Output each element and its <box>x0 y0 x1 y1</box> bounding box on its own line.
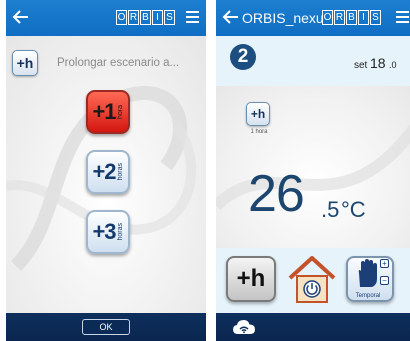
thermostat-screen: ORBIS_nexu ORBIS 2 set 18 .0 +h 1 hora 2… <box>216 0 410 341</box>
temperature-value: 26 <box>248 165 305 223</box>
logo-letter: B <box>346 10 357 25</box>
setpoint-value: 18 <box>370 55 386 71</box>
extension-caption: 1 hora <box>250 129 268 135</box>
logo-letter: O <box>322 10 333 25</box>
plus-2-hours-button[interactable]: +2 horas <box>86 150 130 194</box>
orbis-logo: ORBIS <box>322 10 382 26</box>
plus-3-hours-button[interactable]: +3 horas <box>86 210 130 254</box>
menu-icon[interactable] <box>396 11 409 23</box>
option-number: +3 <box>92 219 116 244</box>
top-bar: ORBIS <box>6 0 206 36</box>
logo-letter: R <box>334 10 345 25</box>
temporal-label: Temporal <box>355 293 381 299</box>
setpoint-decimal: .0 <box>389 60 397 70</box>
option-unit: horas <box>116 223 124 241</box>
logo-letter: S <box>370 10 381 25</box>
device-title: ORBIS_nexu <box>242 10 324 26</box>
house-power-icon[interactable] <box>286 254 338 304</box>
logo-letter: I <box>358 10 369 25</box>
option-unit: horas <box>116 163 124 181</box>
back-arrow-icon[interactable] <box>12 8 30 26</box>
option-number: +2 <box>92 159 116 184</box>
extend-scenario-screen: ORBIS +h Prolongar escenario a... +1 hor… <box>6 0 206 341</box>
option-number: +1 <box>92 99 116 124</box>
extension-active-icon[interactable]: +h <box>246 102 270 126</box>
prolong-scenario-text: Prolongar escenario a... <box>57 57 180 69</box>
increase-button[interactable]: + <box>380 259 389 268</box>
zone-number-icon: 2 <box>230 44 256 70</box>
extend-button[interactable]: +h <box>226 256 276 302</box>
temperature-unit: °C <box>341 197 366 222</box>
option-unit: hora <box>116 104 124 119</box>
logo-letter: I <box>152 10 163 25</box>
bottom-bar: OK <box>6 313 206 341</box>
ok-button[interactable]: OK <box>82 319 130 335</box>
hand-icon <box>358 259 377 287</box>
logo-letter: R <box>128 10 139 25</box>
logo-letter: B <box>140 10 151 25</box>
decrease-button[interactable]: − <box>380 276 389 285</box>
cloud-wifi-icon[interactable] <box>232 318 256 336</box>
orbis-logo: ORBIS <box>116 10 176 26</box>
menu-icon[interactable] <box>186 11 199 23</box>
top-bar: ORBIS_nexu ORBIS <box>216 0 410 36</box>
temperature-decimal: .5 <box>321 197 340 222</box>
setpoint-label: set <box>354 60 368 71</box>
plus-1-hour-button[interactable]: +1 hora <box>86 90 130 134</box>
back-arrow-icon[interactable] <box>222 8 240 26</box>
logo-letter: S <box>164 10 175 25</box>
logo-letter: O <box>116 10 127 25</box>
extend-hours-icon: +h <box>12 50 38 76</box>
